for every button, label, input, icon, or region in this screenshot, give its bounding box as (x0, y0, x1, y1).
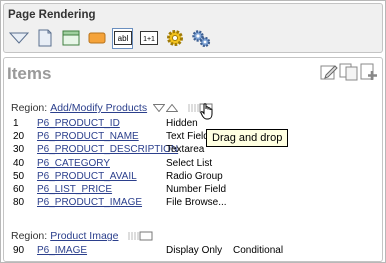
item-name-link[interactable]: P6_PRODUCT_IMAGE (37, 197, 166, 208)
item-sequence: 60 (13, 184, 25, 196)
add-icon[interactable] (360, 63, 378, 84)
table-row: 90 P6_IMAGE Display Only Conditional (13, 244, 353, 257)
region-items-table: 90 P6_IMAGE Display Only Conditional (13, 244, 353, 257)
drag-drop-tooltip: Drag and drop (206, 129, 289, 147)
edit-icon[interactable] (320, 63, 338, 84)
item-sequence: 80 (13, 197, 25, 209)
item-name-link[interactable]: P6_PRODUCT_AVAIL (37, 171, 166, 182)
item-sequence: 20 (13, 131, 25, 143)
table-row: 60 P6_LIST_PRICE Number Field (13, 183, 353, 196)
item-name-link[interactable]: P6_IMAGE (37, 245, 166, 256)
item-type: Display Only (166, 245, 223, 257)
region-link[interactable]: Product Image (50, 230, 118, 242)
region-header: Region: Product Image (11, 230, 153, 242)
item-type: Select List (166, 157, 213, 169)
table-row: 1 P6_PRODUCT_ID Hidden (13, 117, 353, 130)
rendering-toolbar: abl 1+1 (8, 25, 211, 51)
region-link[interactable]: Add/Modify Products (50, 102, 147, 114)
item-1x1-icon[interactable]: 1+1 (138, 28, 159, 49)
item-name-link[interactable]: P6_LIST_PRICE (37, 184, 166, 195)
region-label: Region: (11, 102, 48, 114)
page-rendering-panel: Page Rendering abl 1+1 (3, 3, 383, 53)
copy-icon[interactable] (339, 63, 359, 84)
table-row: 80 P6_PRODUCT_IMAGE File Browse... (13, 196, 353, 209)
item-name-link[interactable]: P6_PRODUCT_DESCRIPTION (37, 144, 178, 155)
table-row: 20 P6_PRODUCT_NAME Text Field (13, 130, 353, 143)
region-icon[interactable] (60, 28, 81, 49)
gear-icon[interactable] (164, 28, 185, 49)
items-toolbar (320, 63, 378, 84)
item-sequence: 30 (13, 144, 25, 156)
sort-up-icon[interactable] (166, 104, 179, 112)
svg-text:abl: abl (117, 34, 128, 43)
item-abl-icon[interactable]: abl (112, 27, 133, 49)
item-condition: Conditional (233, 245, 284, 257)
hand-cursor-icon (200, 102, 214, 123)
region-header: Region: Add/Modify Products (11, 102, 213, 114)
drag-handle-icon[interactable] (127, 231, 153, 241)
item-sequence: 50 (13, 170, 25, 182)
items-panel: Items Region: Add/Modify Products 1 P6_P… (3, 57, 383, 262)
item-name-link[interactable]: P6_PRODUCT_ID (37, 118, 166, 129)
items-title: Items (7, 64, 52, 83)
table-row: 40 P6_CATEGORY Select List (13, 157, 353, 170)
triangle-down-icon[interactable] (8, 28, 29, 49)
table-row: 50 P6_PRODUCT_AVAIL Radio Group (13, 170, 353, 183)
item-type: File Browse... (166, 197, 227, 209)
table-row: 30 P6_PRODUCT_DESCRIPTION Textarea (13, 143, 353, 156)
item-sequence: 1 (13, 118, 19, 130)
svg-text:1+1: 1+1 (143, 36, 155, 43)
gears-icon[interactable] (190, 28, 211, 49)
region-items-table: 1 P6_PRODUCT_ID Hidden 20 P6_PRODUCT_NAM… (13, 117, 353, 209)
page-rendering-title: Page Rendering (8, 9, 96, 21)
item-sequence: 90 (13, 245, 25, 257)
item-name-link[interactable]: P6_PRODUCT_NAME (37, 131, 166, 142)
page-icon[interactable] (34, 28, 55, 49)
item-name-link[interactable]: P6_CATEGORY (37, 158, 166, 169)
region-controls (125, 231, 153, 241)
region-label: Region: (11, 230, 48, 242)
button-icon[interactable] (86, 28, 107, 49)
item-type: Radio Group (166, 170, 223, 182)
item-type: Number Field (166, 184, 227, 196)
item-sequence: 40 (13, 157, 25, 169)
sort-down-icon[interactable] (153, 104, 166, 112)
page-rendering-frame: Page Rendering abl 1+1 Items Region: Add… (0, 0, 386, 263)
